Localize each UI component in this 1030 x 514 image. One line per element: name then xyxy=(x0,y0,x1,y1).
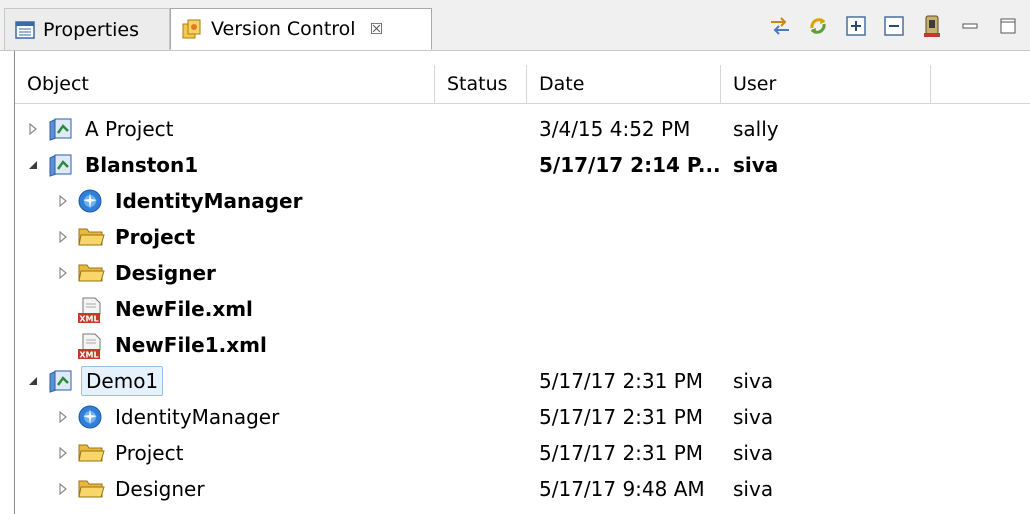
synchronize-icon[interactable] xyxy=(768,14,792,38)
refresh-icon[interactable] xyxy=(806,14,830,38)
folder-icon xyxy=(77,440,105,466)
repository-icon[interactable] xyxy=(920,14,944,38)
user-cell: siva xyxy=(733,477,774,501)
collapsed-arrow-icon[interactable] xyxy=(55,219,71,255)
date-cell xyxy=(527,291,539,327)
view-toolbar xyxy=(768,14,1020,38)
user-cell: siva xyxy=(733,405,774,429)
collapsed-arrow-icon[interactable] xyxy=(55,399,71,435)
properties-icon xyxy=(15,20,35,39)
collapsed-arrow-icon[interactable] xyxy=(55,435,71,471)
user-cell: siva xyxy=(733,369,774,393)
user-cell xyxy=(721,183,733,219)
identity-manager-icon xyxy=(77,188,103,214)
tree-row[interactable]: Project xyxy=(15,219,1030,255)
tree-item-label[interactable]: Project xyxy=(111,435,187,471)
svg-text:XML: XML xyxy=(79,315,98,324)
tree-row[interactable]: XML NewFile1.xml xyxy=(15,327,1030,363)
column-header-date[interactable]: Date xyxy=(527,65,721,103)
tree-row[interactable]: IdentityManager 5/17/17 2:31 PM siva xyxy=(15,399,1030,435)
identity-manager-icon xyxy=(77,404,103,430)
tab-properties-label: Properties xyxy=(43,18,140,41)
tree-item-label[interactable]: IdentityManager xyxy=(111,399,283,435)
collapsed-arrow-icon[interactable] xyxy=(25,111,41,147)
tab-version-control[interactable]: Version Control ☒ xyxy=(170,8,432,50)
tree-row[interactable]: XML NewFile.xml xyxy=(15,291,1030,327)
date-cell: 5/17/17 2:31 PM xyxy=(539,441,704,465)
user-cell xyxy=(721,291,733,327)
date-cell xyxy=(527,327,539,363)
column-header-user[interactable]: User xyxy=(721,65,931,103)
folder-icon xyxy=(77,224,105,250)
tree-item-label[interactable]: Demo1 xyxy=(81,366,164,396)
project-icon xyxy=(47,152,73,178)
expanded-arrow-icon[interactable] xyxy=(25,147,41,183)
collapsed-arrow-icon[interactable] xyxy=(55,255,71,291)
view-tab-bar: Properties Version Control ☒ xyxy=(0,0,1030,51)
tab-version-control-label: Version Control xyxy=(211,18,356,40)
table-header: Object Status Date User xyxy=(15,65,1030,104)
tree-item-label[interactable]: Blanston1 xyxy=(81,147,202,183)
column-header-status[interactable]: Status xyxy=(435,65,527,103)
collapse-all-icon[interactable] xyxy=(882,14,906,38)
expand-all-icon[interactable] xyxy=(844,14,868,38)
tree-item-label[interactable]: A Project xyxy=(81,111,177,147)
tree-row[interactable]: Designer 5/17/17 9:48 AM siva xyxy=(15,471,1030,507)
date-cell: 5/17/17 2:31 PM xyxy=(539,369,704,393)
maximize-icon[interactable] xyxy=(996,14,1020,38)
tree-row[interactable]: Demo1 5/17/17 2:31 PM siva xyxy=(15,363,1030,399)
collapsed-arrow-icon[interactable] xyxy=(55,183,71,219)
tree-item-label[interactable]: NewFile.xml xyxy=(111,291,257,327)
tree-item-label[interactable]: NewFile1.xml xyxy=(111,327,271,363)
project-icon xyxy=(47,368,73,394)
folder-icon xyxy=(77,476,105,502)
version-control-tree-table: Object Status Date User A Project 3/4/15 … xyxy=(14,51,1030,514)
tree-row[interactable]: Designer xyxy=(15,255,1030,291)
tree-item-label[interactable]: IdentityManager xyxy=(111,183,306,219)
collapsed-arrow-icon[interactable] xyxy=(55,471,71,507)
close-tab-icon[interactable]: ☒ xyxy=(370,20,383,38)
tree-row[interactable]: Blanston1 5/17/17 2:14 P... siva xyxy=(15,147,1030,183)
folder-icon xyxy=(77,260,105,286)
tree-item-label[interactable]: Project xyxy=(111,219,199,255)
user-cell xyxy=(721,327,733,363)
date-cell: 5/17/17 2:31 PM xyxy=(539,405,704,429)
project-icon xyxy=(47,116,73,142)
tab-properties[interactable]: Properties xyxy=(4,8,170,50)
date-cell xyxy=(527,255,539,291)
tree-row[interactable]: Project 5/17/17 2:31 PM siva xyxy=(15,435,1030,471)
minimize-icon[interactable] xyxy=(958,14,982,38)
user-cell: siva xyxy=(733,441,774,465)
date-cell: 5/17/17 9:48 AM xyxy=(539,477,705,501)
date-cell xyxy=(527,183,539,219)
tree-row[interactable]: IdentityManager xyxy=(15,183,1030,219)
tree-item-label[interactable]: Designer xyxy=(111,255,220,291)
svg-text:XML: XML xyxy=(79,351,98,360)
column-header-object[interactable]: Object xyxy=(15,65,435,103)
user-cell xyxy=(721,219,733,255)
version-control-icon xyxy=(182,19,201,39)
date-cell: 3/4/15 4:52 PM xyxy=(539,117,691,141)
date-cell: 5/17/17 2:14 P... xyxy=(539,153,721,177)
tree-row[interactable]: A Project 3/4/15 4:52 PM sally xyxy=(15,111,1030,147)
xml-file-icon: XML xyxy=(77,296,103,324)
date-cell xyxy=(527,219,539,255)
expanded-arrow-icon[interactable] xyxy=(25,363,41,399)
user-cell xyxy=(721,255,733,291)
user-cell: sally xyxy=(733,117,779,141)
tree-item-label[interactable]: Designer xyxy=(111,471,209,507)
user-cell: siva xyxy=(733,153,779,177)
xml-file-icon: XML xyxy=(77,332,103,360)
